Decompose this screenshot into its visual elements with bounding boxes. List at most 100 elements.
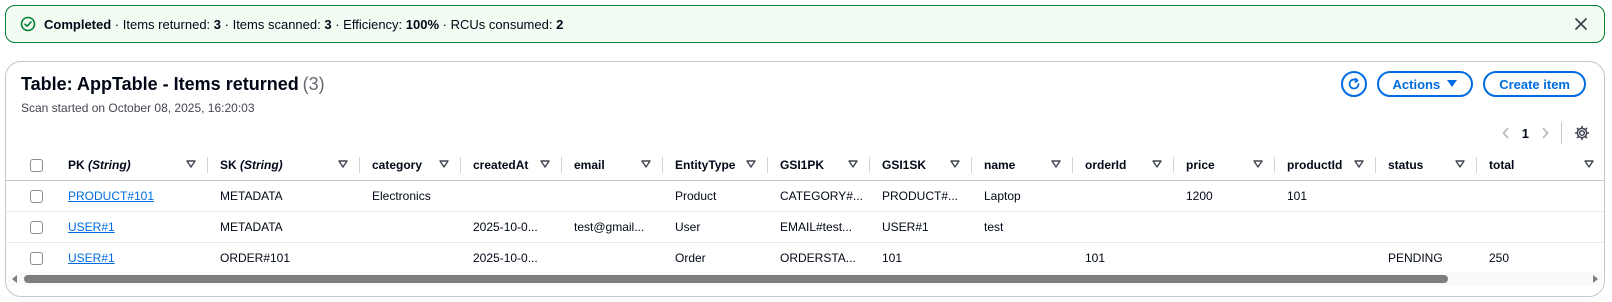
table-cell xyxy=(1073,180,1174,212)
sort-caret-icon[interactable] xyxy=(1354,160,1364,170)
table-header-row: PK (String) SK (String) category createdAt e… xyxy=(6,150,1604,181)
select-all-cell xyxy=(6,150,56,181)
sort-caret-icon[interactable] xyxy=(746,160,756,170)
column-header[interactable]: createdAt xyxy=(461,150,562,181)
column-header[interactable]: EntityType xyxy=(663,150,768,181)
rcus-value: 2 xyxy=(556,16,564,32)
table-cell: test xyxy=(972,211,1073,243)
column-header-label: category xyxy=(372,158,423,172)
table-cell: Laptop xyxy=(972,180,1073,212)
table-row[interactable]: PRODUCT#101 METADATA Electronics Product CAT… xyxy=(6,180,1604,212)
column-header-label: orderId xyxy=(1085,158,1127,172)
column-header-label: GSI1SK xyxy=(882,158,927,172)
table-row[interactable]: USER#1 METADATA 2025-10-0... test@gmail... U… xyxy=(6,211,1604,243)
horizontal-scrollbar[interactable] xyxy=(8,272,1602,286)
row-checkbox[interactable] xyxy=(30,221,43,235)
table-cell xyxy=(360,211,461,243)
column-header[interactable]: total xyxy=(1477,150,1604,181)
sort-caret-icon[interactable] xyxy=(1051,160,1061,170)
column-header-label: productId xyxy=(1287,158,1343,172)
next-page-icon[interactable] xyxy=(1541,127,1549,139)
table-cell xyxy=(1174,243,1275,274)
create-item-button[interactable]: Create item xyxy=(1483,71,1586,97)
flash-message: Completed · Items returned: 3 · Items sc… xyxy=(44,16,564,32)
column-header[interactable]: productId xyxy=(1275,150,1376,181)
actions-button[interactable]: Actions xyxy=(1376,71,1474,97)
column-header[interactable]: category xyxy=(360,150,461,181)
select-all-checkbox[interactable] xyxy=(30,159,43,173)
table-cell xyxy=(461,180,562,212)
sort-caret-icon[interactable] xyxy=(186,160,196,170)
scan-started-text: Scan started on October 08, 2025, 16:20:… xyxy=(21,101,255,115)
sort-caret-icon[interactable] xyxy=(338,160,348,170)
item-pk-link[interactable]: USER#1 xyxy=(68,220,115,234)
header-actions: Actions Create item xyxy=(1340,71,1586,97)
flash-success-banner: Completed · Items returned: 3 · Items sc… xyxy=(5,5,1605,43)
pagination: 1 xyxy=(1502,122,1590,144)
items-scanned-value: 3 xyxy=(324,16,332,32)
column-header-label: status xyxy=(1388,158,1424,172)
column-header[interactable]: price xyxy=(1174,150,1275,181)
table-cell: 101 xyxy=(882,251,903,266)
refresh-icon xyxy=(1347,77,1361,91)
sort-caret-icon[interactable] xyxy=(1253,160,1263,170)
row-checkbox[interactable] xyxy=(30,252,43,266)
column-header[interactable]: orderId xyxy=(1073,150,1174,181)
table-cell: Order xyxy=(675,251,706,266)
page-number[interactable]: 1 xyxy=(1522,126,1529,141)
item-pk-link[interactable]: PRODUCT#101 xyxy=(68,189,154,203)
table-cell xyxy=(1376,180,1477,212)
table-body: PRODUCT#101 METADATA Electronics Product CAT… xyxy=(6,180,1604,274)
items-table-panel: Table: AppTable - Items returned (3) Sca… xyxy=(5,61,1605,297)
table-cell: User xyxy=(663,211,768,243)
refresh-button[interactable] xyxy=(1340,71,1367,97)
table-cell: Electronics xyxy=(360,180,461,212)
table-cell: 101 xyxy=(1085,251,1106,266)
close-icon[interactable] xyxy=(1572,15,1590,33)
table-cell: Product xyxy=(663,180,768,212)
table-row[interactable]: USER#1 ORDER#101 2025-10-0... Order ORDERSTA… xyxy=(6,243,1604,274)
table-cell xyxy=(1376,211,1477,243)
item-pk-link[interactable]: USER#1 xyxy=(68,251,115,265)
column-header[interactable]: SK (String) xyxy=(208,150,360,181)
row-checkbox[interactable] xyxy=(30,190,43,204)
column-header[interactable]: name xyxy=(972,150,1073,181)
column-header[interactable]: email xyxy=(562,150,663,181)
actions-label: Actions xyxy=(1392,76,1441,92)
column-header[interactable]: status xyxy=(1376,150,1477,181)
scrollbar-thumb[interactable] xyxy=(24,275,1448,283)
column-header[interactable]: GSI1PK xyxy=(768,150,870,181)
table-cell xyxy=(1477,211,1604,243)
sort-caret-icon[interactable] xyxy=(540,160,550,170)
sort-caret-icon[interactable] xyxy=(439,160,449,170)
column-header[interactable]: GSI1SK xyxy=(870,150,972,181)
row-select-cell xyxy=(6,243,56,274)
row-select-cell xyxy=(6,211,56,243)
table-cell: ORDER#101 xyxy=(220,251,291,266)
column-header[interactable]: PK (String) xyxy=(56,150,208,181)
table-cell: 101 xyxy=(1275,180,1376,212)
sort-caret-icon[interactable] xyxy=(848,160,858,170)
scroll-left-icon[interactable] xyxy=(12,275,17,283)
table-cell: METADATA xyxy=(208,180,360,212)
table-cell: 250 xyxy=(1489,251,1510,266)
column-header-label: GSI1PK xyxy=(780,158,825,172)
scroll-right-icon[interactable] xyxy=(1593,275,1598,283)
sort-caret-icon[interactable] xyxy=(950,160,960,170)
sort-caret-icon[interactable] xyxy=(641,160,651,170)
items-returned-value: 3 xyxy=(213,16,222,32)
caret-down-icon xyxy=(1447,80,1458,88)
sort-caret-icon[interactable] xyxy=(1584,160,1594,170)
table-cell: test@gmail... xyxy=(562,211,663,243)
table-cell xyxy=(972,243,1073,274)
table-cell: PENDING xyxy=(1388,251,1443,266)
items-count: (3) xyxy=(302,74,325,94)
flash-status: Completed xyxy=(44,16,112,32)
sort-caret-icon[interactable] xyxy=(1152,160,1162,170)
table-cell xyxy=(360,243,461,274)
previous-page-icon[interactable] xyxy=(1502,127,1510,139)
sort-caret-icon[interactable] xyxy=(1455,160,1465,170)
efficiency-value: 100% xyxy=(405,16,440,32)
table-cell: METADATA xyxy=(208,211,360,243)
gear-icon[interactable] xyxy=(1574,125,1590,141)
